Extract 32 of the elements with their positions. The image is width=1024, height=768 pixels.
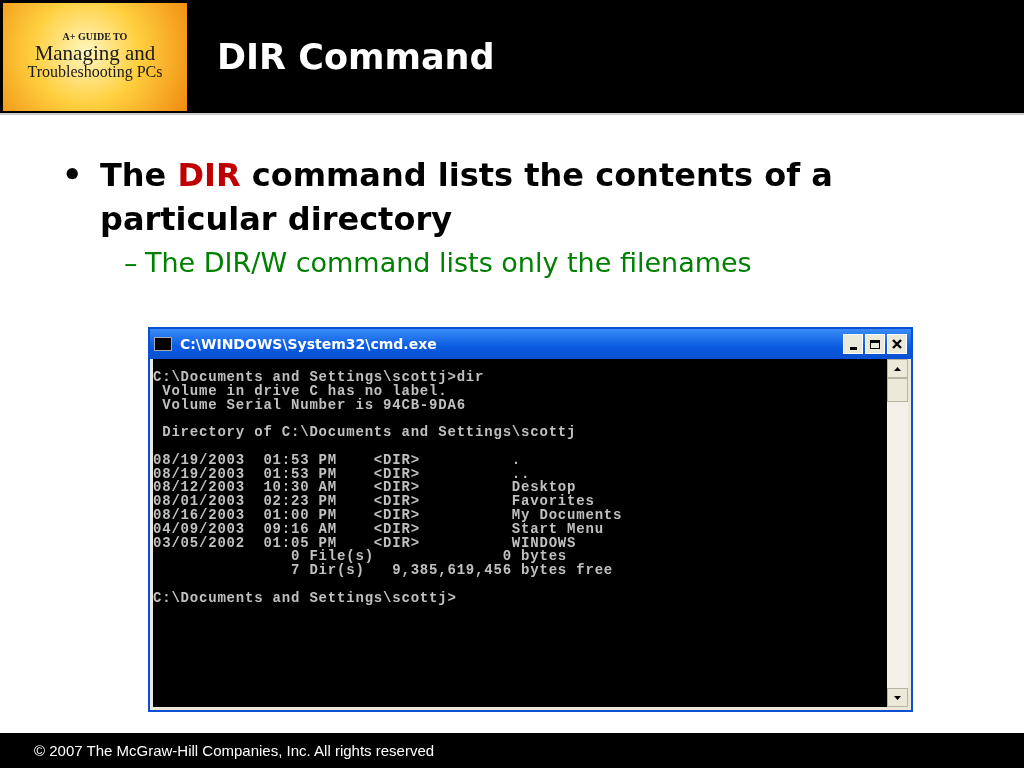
bullet-marker: • xyxy=(62,155,84,196)
console-line: C:\Documents and Settings\scottj> xyxy=(153,591,458,606)
console-line: Volume Serial Number is 94CB-9DA6 xyxy=(161,398,467,413)
bullet-marker: – xyxy=(124,246,139,280)
down-triangle-icon xyxy=(894,695,901,700)
bullet-text: The DIR command lists the contents of a particular directory xyxy=(100,155,834,240)
scroll-up-button[interactable] xyxy=(887,359,908,378)
console-line: C:\Documents and Settings\scottj>dir xyxy=(153,371,486,385)
console-line: Volume in drive C has no label. xyxy=(161,384,448,399)
console-line: 08/19/2003 01:53 PM <DIR> . xyxy=(153,453,523,468)
close-button[interactable] xyxy=(887,334,907,354)
bullet-text: The DIR/W command lists only the filenames xyxy=(145,246,752,280)
window-title: C:\WINDOWS\System32\cmd.exe xyxy=(180,336,437,352)
minimize-button[interactable] xyxy=(843,334,863,354)
console-line: 7 Dir(s) 9,385,619,456 bytes free xyxy=(290,564,615,578)
copyright-text: © 2007 The McGraw-Hill Companies, Inc. All rights reserved xyxy=(34,742,435,759)
console-line: 08/16/2003 01:00 PM <DIR> My Documents xyxy=(153,508,624,523)
logo-text: Managing and xyxy=(34,42,156,65)
up-triangle-icon xyxy=(894,366,901,371)
maximize-button[interactable] xyxy=(865,334,885,354)
console-line: 0 File(s) 0 bytes xyxy=(290,550,569,565)
scroll-thumb[interactable] xyxy=(887,378,908,402)
console-line: 04/09/2003 09:16 AM <DIR> Start Menu xyxy=(153,522,605,537)
logo-text: A+ GUIDE TO xyxy=(62,31,128,43)
scroll-down-button[interactable] xyxy=(887,688,908,707)
close-icon xyxy=(892,339,902,349)
slide-title: DIR Command xyxy=(217,36,495,77)
console-icon xyxy=(154,337,172,351)
vertical-scrollbar[interactable] xyxy=(887,359,908,707)
logo-text: Troubleshooting PCs xyxy=(27,64,163,82)
console-line: 08/01/2003 02:23 PM <DIR> Favorites xyxy=(153,495,595,509)
console-line: Directory of C:\Documents and Settings\scottj xyxy=(161,426,578,440)
